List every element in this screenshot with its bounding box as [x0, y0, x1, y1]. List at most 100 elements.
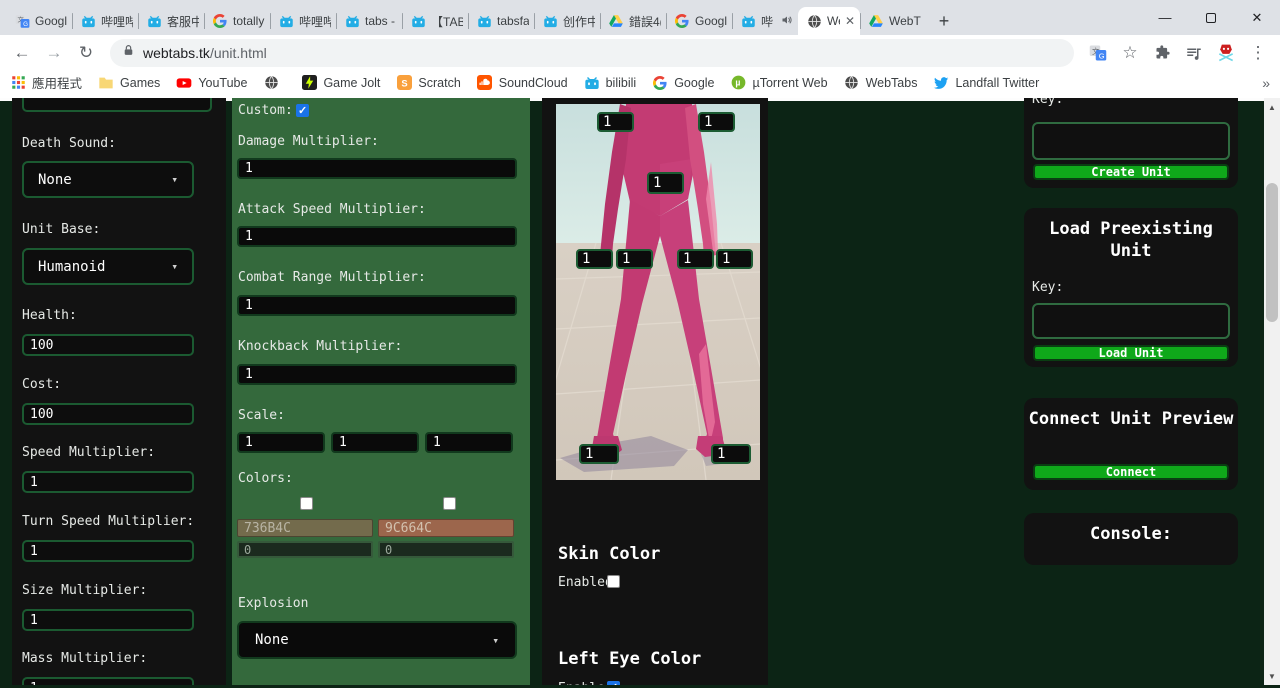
bookmark-youtube[interactable]: YouTube: [176, 75, 247, 91]
load-panel-title: Load Preexisting Unit: [1049, 219, 1213, 261]
color-1-checkbox[interactable]: [300, 497, 313, 510]
damage-multiplier-input[interactable]: [237, 158, 517, 179]
speed-multiplier-input[interactable]: [22, 471, 194, 493]
color-1-extra-input[interactable]: [237, 541, 373, 558]
left-eye-enabled-checkbox[interactable]: [607, 681, 620, 685]
part-scale-input-right-foot[interactable]: [711, 444, 751, 464]
part-scale-input-right-hip[interactable]: [698, 112, 735, 132]
part-scale-input-right-knee[interactable]: [677, 249, 714, 269]
tab-bilibili-6[interactable]: tabsfa: [468, 7, 534, 35]
load-key-textarea[interactable]: [1032, 303, 1230, 339]
connect-button[interactable]: Connect: [1033, 464, 1229, 480]
tab-drive-2[interactable]: WebT: [860, 7, 926, 35]
bookmark-star-icon[interactable]: ☆: [1116, 39, 1144, 67]
address-bar[interactable]: webtabs.tk/unit.html: [110, 38, 1074, 67]
left-eye-enabled-label: Enabled: [558, 681, 613, 685]
tab-bilibili-1[interactable]: 哔哩哔: [72, 7, 138, 35]
minimize-button[interactable]: —: [1142, 0, 1188, 35]
bookmark-utorrent[interactable]: µTorrent Web: [731, 75, 828, 91]
page-url[interactable]: webtabs.tk/unit.html: [143, 45, 267, 61]
tab-google-2[interactable]: Googl: [666, 7, 732, 35]
explosion-select[interactable]: None ▾: [237, 621, 517, 659]
bookmark-soundcloud[interactable]: SoundCloud: [477, 75, 568, 91]
size-multiplier-input[interactable]: [22, 609, 194, 631]
bookmark-bilibili[interactable]: bilibili: [584, 75, 636, 91]
knockback-multiplier-input[interactable]: [237, 364, 517, 385]
forward-button[interactable]: →: [40, 39, 68, 67]
page-scrollbar[interactable]: ▲ ▼: [1264, 98, 1280, 685]
bilibili-icon: [344, 13, 360, 29]
scale-x-input[interactable]: [237, 432, 325, 453]
tab-bilibili-2[interactable]: 客服中: [138, 7, 204, 35]
turn-speed-multiplier-input[interactable]: [22, 540, 194, 562]
chrome-menu-icon[interactable]: ⋮: [1244, 39, 1272, 67]
part-scale-input-left-hip[interactable]: [597, 112, 634, 132]
attack-speed-multiplier-input[interactable]: [237, 226, 517, 247]
bookmark-scratch[interactable]: Scratch: [396, 75, 461, 91]
bookmark-globe[interactable]: [263, 75, 285, 91]
create-key-textarea[interactable]: [1032, 122, 1230, 160]
scale-y-input[interactable]: [331, 432, 419, 453]
maximize-button[interactable]: [1188, 0, 1234, 35]
utorrent-icon: [731, 75, 747, 91]
scroll-down-icon[interactable]: ▼: [1264, 669, 1280, 683]
audio-playing-icon[interactable]: [781, 14, 793, 29]
cost-input[interactable]: [22, 403, 194, 425]
tab-drive-1[interactable]: 錯誤4(: [600, 7, 666, 35]
unit-preview-render[interactable]: [556, 104, 760, 480]
create-unit-button[interactable]: Create Unit: [1033, 164, 1229, 180]
tab-google-search[interactable]: totally: [204, 7, 270, 35]
google-icon: [212, 13, 228, 29]
close-window-button[interactable]: ✕: [1234, 0, 1280, 35]
back-button[interactable]: ←: [8, 39, 36, 67]
scroll-up-icon[interactable]: ▲: [1264, 100, 1280, 114]
bookmark-apps[interactable]: 應用程式: [10, 73, 82, 92]
bookmark-webtabs[interactable]: WebTabs: [844, 75, 917, 91]
load-unit-button[interactable]: Load Unit: [1033, 345, 1229, 361]
bookmarks-overflow-chevron[interactable]: »: [1262, 75, 1270, 91]
skin-enabled-checkbox[interactable]: [607, 575, 620, 588]
tab-webtabs-active[interactable]: We ✕: [798, 7, 860, 35]
scrollbar-thumb[interactable]: [1266, 183, 1278, 322]
translate-page-icon[interactable]: [1084, 39, 1112, 67]
unit-base-select[interactable]: Humanoid ▾: [22, 248, 194, 285]
extensions-puzzle-icon[interactable]: [1148, 39, 1176, 67]
custom-checkbox[interactable]: [296, 104, 309, 117]
scale-z-input[interactable]: [425, 432, 513, 453]
tab-bilibili-3[interactable]: 哔哩哔: [270, 7, 336, 35]
tab-google-translate[interactable]: Googl: [6, 7, 72, 35]
new-tab-button[interactable]: +: [930, 7, 958, 35]
tab-bilibili-5[interactable]: 【TAB: [402, 7, 468, 35]
part-scale-input-left-foot[interactable]: [579, 444, 619, 464]
tab-title: 创作中: [563, 14, 595, 29]
combat-range-multiplier-input[interactable]: [237, 295, 517, 316]
tab-bilibili-4[interactable]: tabs -: [336, 7, 402, 35]
tab-bilibili-7[interactable]: 创作中: [534, 7, 600, 35]
mass-multiplier-input[interactable]: [22, 677, 194, 685]
reload-button[interactable]: ↻: [72, 39, 100, 67]
bookmark-games-folder[interactable]: Games: [98, 75, 160, 91]
tab-bilibili-audio[interactable]: 哔: [732, 7, 798, 35]
color-1-hex-input[interactable]: [237, 519, 373, 537]
part-scale-input-pelvis[interactable]: [647, 172, 684, 194]
bookmark-landfall-twitter[interactable]: Landfall Twitter: [933, 75, 1039, 91]
death-sound-select[interactable]: None ▾: [22, 161, 194, 198]
bookmark-gamejolt[interactable]: Game Jolt: [301, 75, 380, 91]
health-input[interactable]: [22, 334, 194, 356]
close-tab-icon[interactable]: ✕: [845, 14, 855, 28]
load-key-label: Key:: [1032, 280, 1064, 295]
bookmarks-bar: 應用程式 Games YouTube Game Jolt Scratch Sou…: [0, 70, 1280, 98]
clipped-top-input[interactable]: [22, 98, 212, 112]
part-scale-input-right-hand[interactable]: [716, 249, 753, 269]
health-label: Health:: [22, 308, 77, 323]
color-2-extra-input[interactable]: [378, 541, 514, 558]
tabs-extension-icon[interactable]: [1212, 39, 1240, 67]
bookmark-google[interactable]: Google: [652, 75, 715, 91]
scale-label: Scale:: [238, 408, 285, 423]
part-scale-input-left-knee[interactable]: [616, 249, 653, 269]
part-scale-input-left-hand[interactable]: [576, 249, 613, 269]
custom-label: Custom:: [238, 103, 293, 118]
color-2-hex-input[interactable]: [378, 519, 514, 537]
playlist-extension-icon[interactable]: [1180, 39, 1208, 67]
color-2-checkbox[interactable]: [443, 497, 456, 510]
